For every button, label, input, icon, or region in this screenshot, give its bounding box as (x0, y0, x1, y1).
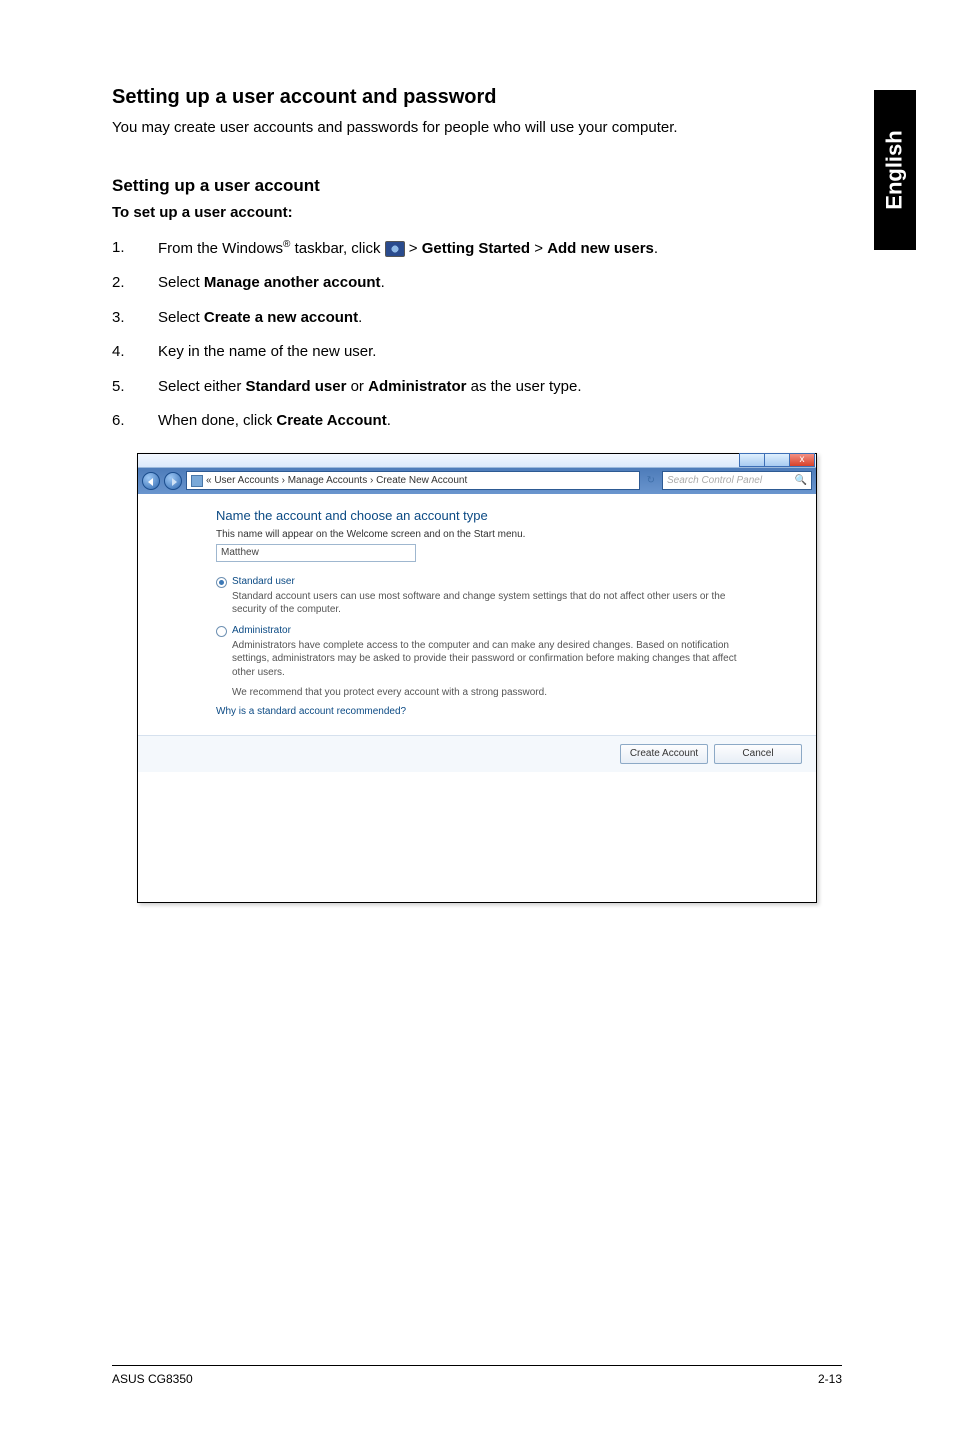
window-controls: x (740, 453, 815, 467)
window-titlebar: x (138, 454, 816, 468)
account-name-input[interactable] (216, 544, 416, 562)
standard-user-option[interactable]: Standard user (216, 576, 756, 588)
back-button[interactable] (142, 472, 160, 490)
create-account-subtitle: This name will appear on the Welcome scr… (216, 529, 756, 540)
administrator-option[interactable]: Administrator (216, 625, 756, 637)
window-empty-area (138, 772, 816, 902)
step-3: 3. Select Create a new account. (112, 307, 842, 330)
maximize-button[interactable] (764, 453, 790, 467)
button-bar: Create Account Cancel (138, 735, 816, 772)
language-tab: English (874, 90, 916, 250)
create-account-button[interactable]: Create Account (620, 744, 708, 764)
control-panel-icon (191, 475, 203, 487)
close-button[interactable]: x (789, 453, 815, 467)
minimize-button[interactable] (739, 453, 765, 467)
footer-product: ASUS CG8350 (112, 1372, 193, 1386)
radio-unselected-icon (216, 626, 227, 637)
cancel-button[interactable]: Cancel (714, 744, 802, 764)
steps-list: 1. From the Windows® taskbar, click > Ge… (112, 237, 842, 433)
breadcrumb-text: « User Accounts › Manage Accounts › Crea… (206, 475, 467, 486)
window-body: Name the account and choose an account t… (138, 494, 816, 736)
forward-button[interactable] (164, 472, 182, 490)
page-footer: ASUS CG8350 2-13 (112, 1365, 842, 1386)
start-flag-icon (385, 241, 405, 257)
why-standard-link[interactable]: Why is a standard account recommended? (216, 706, 756, 717)
radio-selected-icon (216, 577, 227, 588)
address-bar-row: « User Accounts › Manage Accounts › Crea… (138, 468, 816, 494)
search-icon: 🔍 (795, 475, 807, 486)
refresh-icon[interactable]: ↻ (647, 475, 655, 486)
footer-page-number: 2-13 (818, 1372, 842, 1386)
standard-user-desc: Standard account users can use most soft… (232, 590, 756, 617)
search-placeholder: Search Control Panel (667, 475, 762, 486)
step-6: 6. When done, click Create Account. (112, 410, 842, 433)
administrator-desc: Administrators have complete access to t… (232, 639, 756, 680)
page-heading: Setting up a user account and password (112, 86, 842, 109)
intro-text: You may create user accounts and passwor… (112, 117, 842, 140)
section-heading: Setting up a user account (112, 176, 842, 196)
language-tab-label: English (882, 130, 908, 209)
password-note: We recommend that you protect every acco… (232, 687, 756, 698)
step-4: 4. Key in the name of the new user. (112, 341, 842, 364)
step-2: 2. Select Manage another account. (112, 272, 842, 295)
breadcrumb-bar[interactable]: « User Accounts › Manage Accounts › Crea… (186, 471, 640, 490)
step-5: 5. Select either Standard user or Admini… (112, 376, 842, 399)
step-1: 1. From the Windows® taskbar, click > Ge… (112, 237, 842, 261)
create-account-title: Name the account and choose an account t… (216, 508, 756, 523)
instruction-lead: To set up a user account: (112, 204, 842, 221)
screenshot-window: x « User Accounts › Manage Accounts › Cr… (137, 453, 817, 904)
search-input[interactable]: Search Control Panel 🔍 (662, 471, 812, 490)
